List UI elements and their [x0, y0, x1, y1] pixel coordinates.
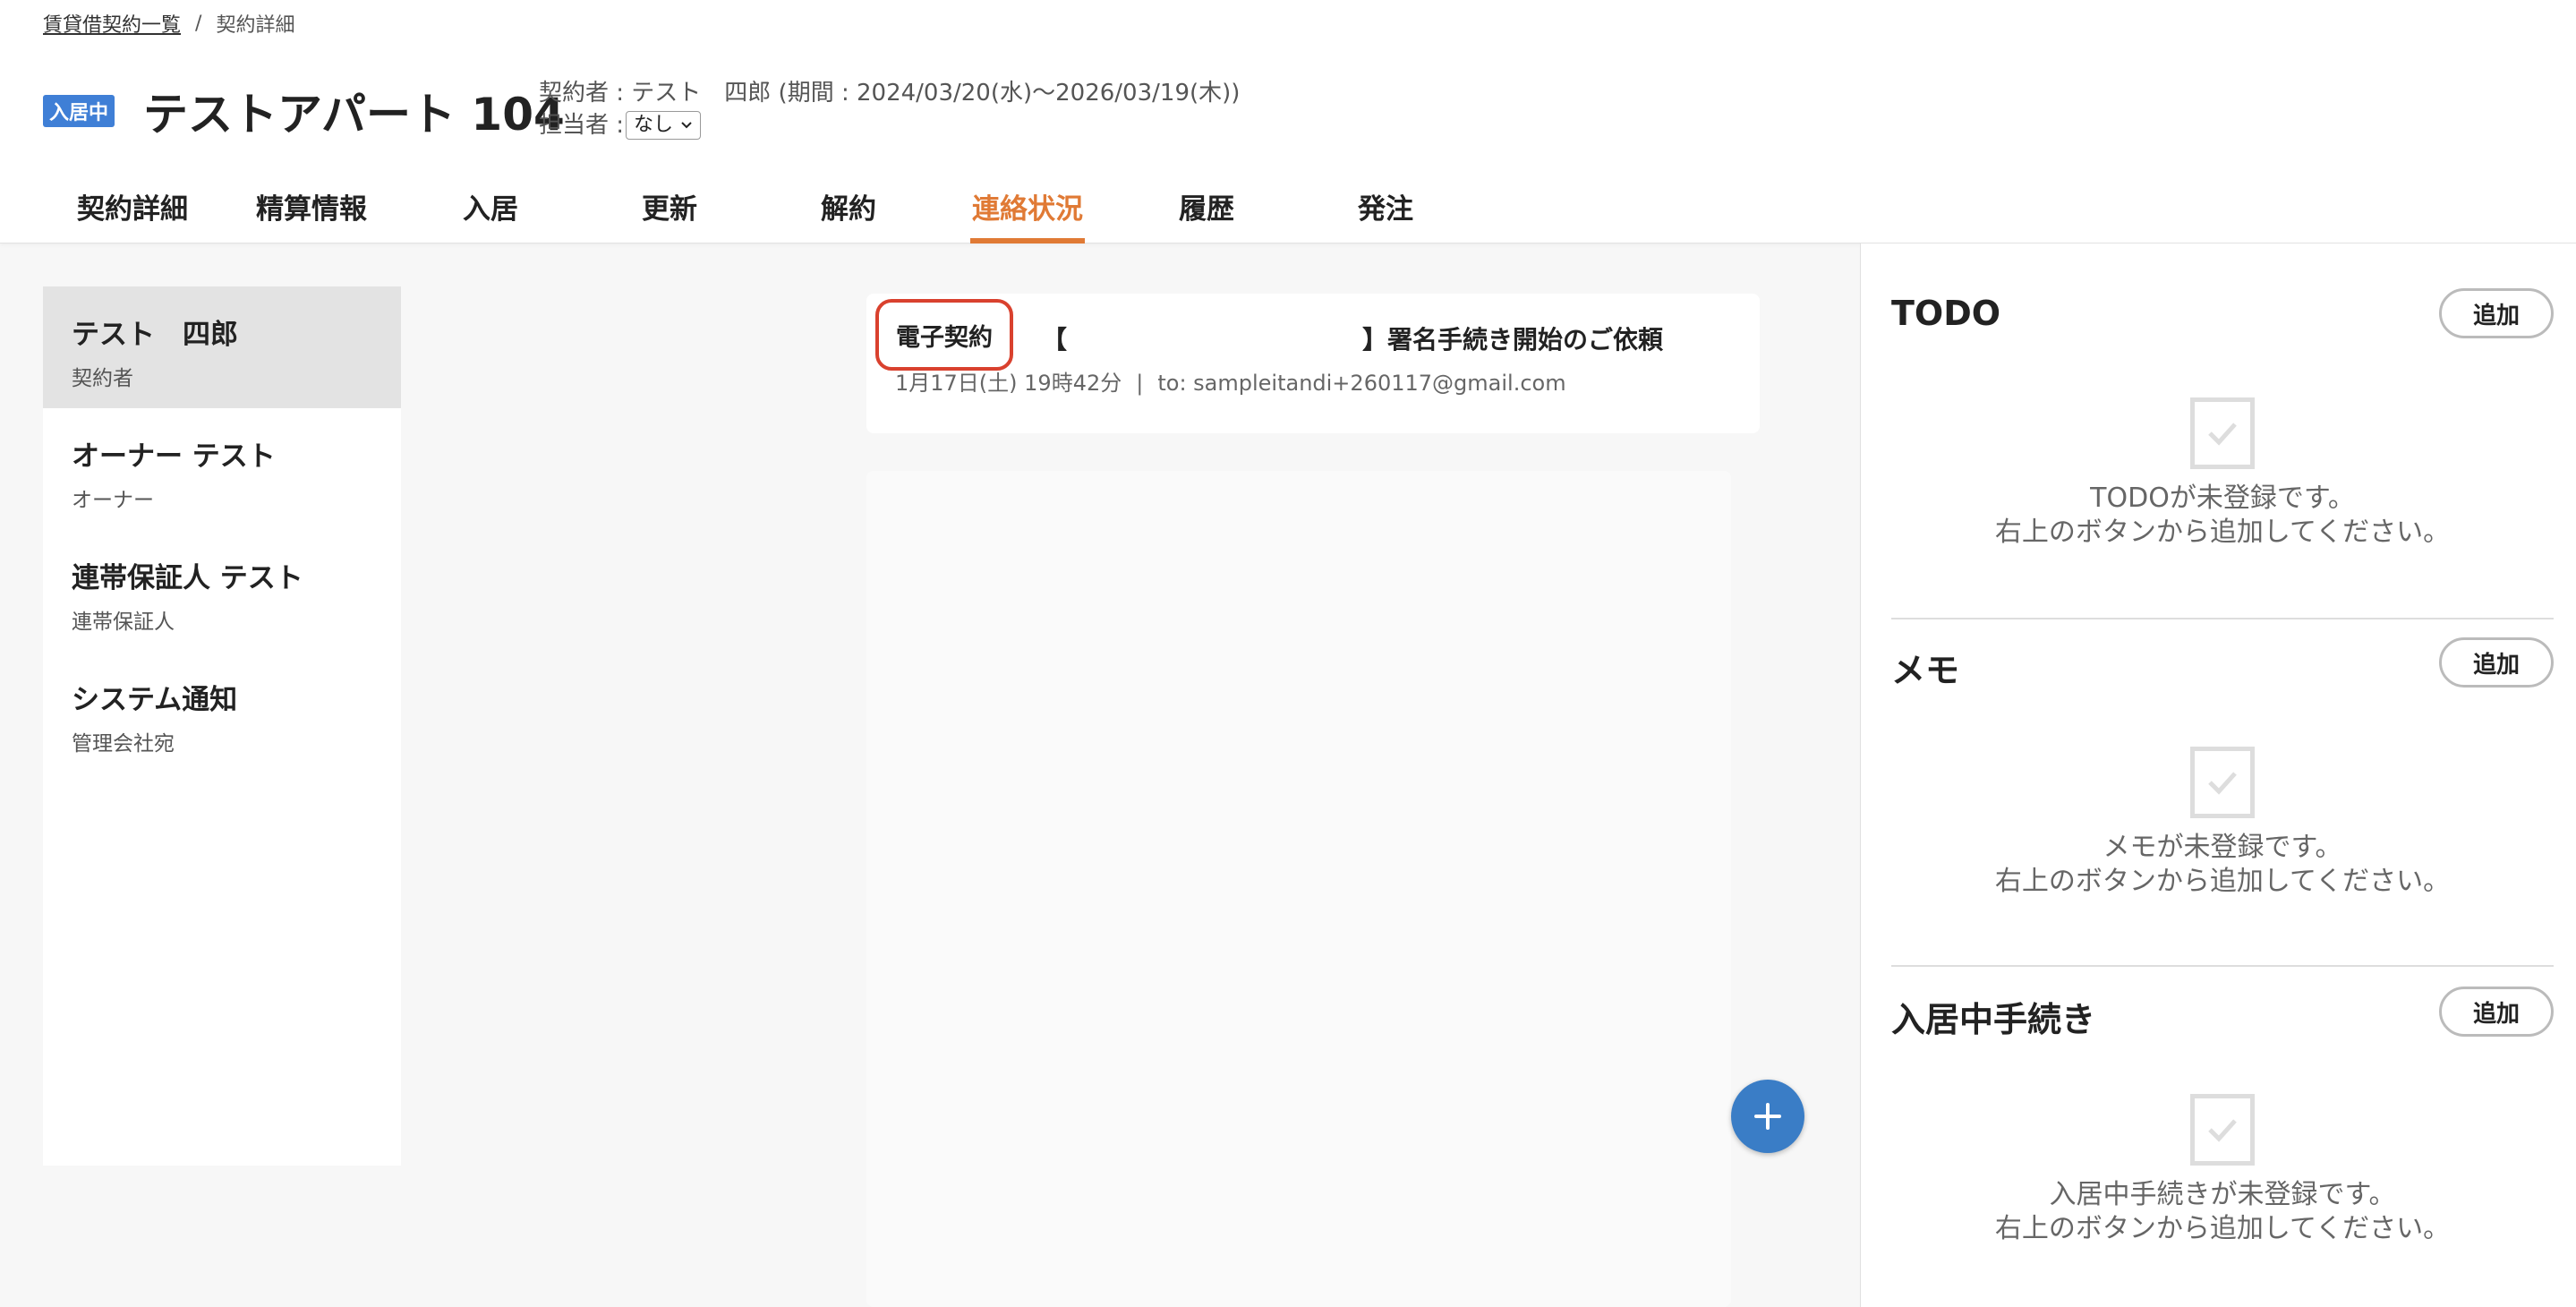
empty-line: 右上のボタンから追加してください。 — [1994, 866, 2451, 897]
contract-info: 契約者 : テスト 四郎 (期間 : 2024/03/20(水)〜2026/03… — [539, 80, 1241, 107]
message-meta: 1月17日(土) 19時42分 | to: sampleitandi+260117@… — [895, 365, 1566, 397]
tab-contract-details[interactable]: 契約詳細 — [43, 179, 222, 243]
tab-orders[interactable]: 発注 — [1296, 179, 1475, 243]
message-recipient: to: sampleitandi+260117@gmail.com — [1157, 371, 1566, 396]
tab-bar: 契約詳細 精算情報 入居 更新 解約 連絡状況 履歴 発注 — [43, 179, 1475, 243]
subject-text: 】署名手続き開始のご依頼 — [1362, 325, 1664, 355]
breadcrumb-link-contracts[interactable]: 賃貸借契約一覧 — [43, 9, 181, 38]
add-movein-button[interactable]: 追加 — [2439, 987, 2554, 1037]
add-todo-button[interactable]: 追加 — [2439, 288, 2554, 338]
tab-label: 履歴 — [1179, 193, 1234, 226]
breadcrumb-current: 契約詳細 — [216, 14, 295, 37]
contact-name: 連帯保証人 テスト — [72, 562, 303, 594]
memo-section: メモ 追加 メモが未登録です。 右上のボタンから追加してください。 — [1891, 637, 2554, 929]
memo-empty-text: メモが未登録です。 右上のボタンから追加してください。 — [1891, 831, 2554, 899]
status-badge: 入居中 — [43, 95, 115, 127]
active-tab-indicator — [970, 238, 1085, 243]
empty-line: 入居中手続きが未登録です。 — [2049, 1179, 2396, 1210]
checkbox-icon — [2190, 397, 2255, 469]
assignee-value: なし — [634, 114, 674, 136]
contact-list: テスト 四郎 契約者 オーナー テスト オーナー 連帯保証人 テスト 連帯保証人… — [43, 286, 401, 1166]
contact-name: テスト 四郎 — [72, 319, 238, 351]
empty-line: 右上のボタンから追加してください。 — [1994, 1213, 2451, 1244]
movein-empty-state: 入居中手続きが未登録です。 右上のボタンから追加してください。 — [1891, 1094, 2554, 1246]
checkbox-icon — [2190, 747, 2255, 818]
tab-settlement[interactable]: 精算情報 — [222, 179, 401, 243]
memo-empty-state: メモが未登録です。 右上のボタンから追加してください。 — [1891, 747, 2554, 899]
tab-cancellation[interactable]: 解約 — [759, 179, 938, 243]
tab-label: 連絡状況 — [972, 193, 1083, 226]
empty-line: 右上のボタンから追加してください。 — [1994, 517, 2451, 548]
breadcrumb-separator: / — [195, 12, 202, 35]
assignee-row: 担当者 : なし — [539, 109, 1240, 141]
movein-title: 入居中手続き — [1891, 1000, 2096, 1039]
message-date: 1月17日(土) 19時42分 — [895, 371, 1122, 396]
empty-line: メモが未登録です。 — [2103, 832, 2342, 863]
chevron-down-icon — [681, 122, 692, 129]
message-subject: 【 】署名手続き開始のご依頼 — [1042, 320, 1740, 356]
breadcrumb: 賃貸借契約一覧 / 契約詳細 — [43, 9, 294, 38]
contact-item-guarantor[interactable]: 連帯保証人 テスト 連帯保証人 — [43, 530, 401, 652]
contact-item-contractor[interactable]: テスト 四郎 契約者 — [43, 286, 401, 408]
message-thread-area — [866, 471, 1731, 1307]
section-divider — [1891, 965, 2554, 967]
memo-title: メモ — [1891, 651, 1960, 690]
page-header: 賃貸借契約一覧 / 契約詳細 入居中 テストアパート 104 契約者 : テスト… — [0, 0, 2576, 243]
contact-name: システム通知 — [72, 684, 238, 716]
movein-section: 入居中手続き 追加 入居中手続きが未登録です。 右上のボタンから追加してください… — [1891, 987, 2554, 1296]
tab-label: 入居 — [463, 193, 518, 226]
contact-role: 管理会社宛 — [72, 732, 175, 756]
tab-label: 発注 — [1358, 193, 1413, 226]
plus-icon — [1754, 1103, 1781, 1130]
todo-title: TODO — [1891, 294, 2001, 333]
empty-line: TODOが未登録です。 — [2090, 483, 2355, 514]
add-memo-button[interactable]: 追加 — [2439, 637, 2554, 688]
tab-move-in[interactable]: 入居 — [401, 179, 580, 243]
assignee-label: 担当者 : — [539, 112, 625, 139]
tab-label: 精算情報 — [256, 193, 367, 226]
contact-item-system[interactable]: システム通知 管理会社宛 — [43, 652, 401, 773]
add-message-button[interactable] — [1731, 1080, 1804, 1153]
message-tag: 電子契約 — [875, 299, 1013, 371]
contact-role: 連帯保証人 — [72, 611, 175, 634]
meta-separator: | — [1136, 371, 1144, 396]
movein-empty-text: 入居中手続きが未登録です。 右上のボタンから追加してください。 — [1891, 1178, 2554, 1246]
tab-label: 解約 — [821, 193, 876, 226]
right-panel: TODO 追加 TODOが未登録です。 右上のボタンから追加してください。 メモ… — [1860, 243, 2576, 1307]
tab-label: 契約詳細 — [77, 193, 188, 226]
contact-role: オーナー — [72, 489, 154, 512]
contact-name: オーナー テスト — [72, 440, 276, 473]
contact-item-owner[interactable]: オーナー テスト オーナー — [43, 408, 401, 530]
tab-renewal[interactable]: 更新 — [580, 179, 759, 243]
tab-label: 更新 — [642, 193, 697, 226]
todo-section: TODO 追加 TODOが未登録です。 右上のボタンから追加してください。 — [1891, 288, 2554, 580]
tab-history[interactable]: 履歴 — [1117, 179, 1296, 243]
tab-contact-status[interactable]: 連絡状況 — [938, 179, 1117, 243]
contact-role: 契約者 — [72, 367, 133, 390]
todo-empty-state: TODOが未登録です。 右上のボタンから追加してください。 — [1891, 397, 2554, 550]
subject-open-bracket: 【 — [1042, 325, 1068, 355]
todo-empty-text: TODOが未登録です。 右上のボタンから追加してください。 — [1891, 482, 2554, 550]
assignee-select[interactable]: なし — [626, 111, 702, 140]
contract-meta: 契約者 : テスト 四郎 (期間 : 2024/03/20(水)〜2026/03… — [539, 77, 1240, 141]
checkbox-icon — [2190, 1094, 2255, 1166]
message-card[interactable]: 電子契約 【 】署名手続き開始のご依頼 1月17日(土) 19時42分 | to: s… — [866, 294, 1760, 433]
section-divider — [1891, 618, 2554, 619]
page-title: テストアパート 104 — [143, 89, 565, 141]
